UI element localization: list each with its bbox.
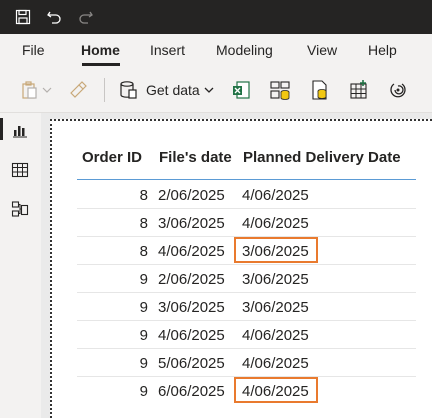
undo-icon[interactable] [44, 7, 64, 27]
highlight-box [234, 237, 318, 263]
save-icon[interactable] [13, 7, 33, 27]
get-data-icon[interactable] [116, 78, 140, 102]
redo-icon[interactable] [76, 7, 96, 27]
cell-planned-date: 4/06/2025 [242, 327, 309, 344]
cell-planned-date: 4/06/2025 [242, 187, 309, 204]
cell-files-date: 6/06/2025 [158, 383, 225, 400]
menu-view[interactable]: View [307, 42, 337, 58]
active-tab-indicator [82, 63, 120, 66]
cell-order-id: 9 [139, 383, 148, 400]
cell-order-id: 8 [139, 215, 148, 232]
report-view-icon[interactable] [10, 120, 30, 140]
cell-planned-date: 4/06/2025 [242, 215, 309, 232]
cell-planned-date: 3/06/2025 [242, 299, 309, 316]
row-divider [77, 292, 416, 293]
paste-icon[interactable] [18, 78, 42, 102]
format-painter-icon[interactable] [66, 78, 90, 102]
data-hub-icon[interactable] [268, 78, 292, 102]
sql-server-icon[interactable] [308, 78, 332, 102]
header-files-date[interactable]: File's date [159, 149, 232, 166]
table-view-icon[interactable] [10, 160, 30, 180]
title-bar [0, 0, 432, 34]
cell-planned-date: 3/06/2025 [242, 271, 309, 288]
cell-files-date: 4/06/2025 [158, 243, 225, 260]
cell-order-id: 9 [139, 271, 148, 288]
cell-files-date: 3/06/2025 [158, 215, 225, 232]
header-order-id[interactable]: Order ID [82, 149, 142, 166]
header-planned-delivery-date[interactable]: Planned Delivery Date [243, 149, 401, 166]
cell-files-date: 4/06/2025 [158, 327, 225, 344]
view-switcher [0, 113, 42, 418]
menu-help[interactable]: Help [368, 42, 397, 58]
chevron-down-icon[interactable] [40, 78, 54, 102]
cell-order-id: 9 [139, 355, 148, 372]
menu-file[interactable]: File [22, 42, 45, 58]
menu-modeling[interactable]: Modeling [216, 42, 273, 58]
get-data-label[interactable]: Get data [146, 82, 200, 98]
cell-order-id: 9 [139, 299, 148, 316]
row-divider [77, 348, 416, 349]
enter-data-icon[interactable] [347, 78, 371, 102]
cell-order-id: 9 [139, 327, 148, 344]
cell-order-id: 8 [139, 187, 148, 204]
cell-files-date: 5/06/2025 [158, 355, 225, 372]
ribbon-separator [104, 78, 105, 102]
chevron-down-icon[interactable] [202, 78, 216, 102]
cell-order-id: 8 [139, 243, 148, 260]
header-rule [77, 179, 416, 180]
row-divider [77, 208, 416, 209]
cell-planned-date: 4/06/2025 [242, 355, 309, 372]
active-view-indicator [0, 118, 3, 140]
menu-home[interactable]: Home [81, 42, 120, 58]
cell-files-date: 2/06/2025 [158, 187, 225, 204]
row-divider [77, 320, 416, 321]
model-view-icon[interactable] [10, 199, 30, 219]
excel-icon[interactable] [229, 78, 253, 102]
menu-insert[interactable]: Insert [150, 42, 185, 58]
cell-files-date: 3/06/2025 [158, 299, 225, 316]
dataverse-icon[interactable] [386, 78, 410, 102]
highlight-box [234, 377, 318, 403]
cell-files-date: 2/06/2025 [158, 271, 225, 288]
row-divider [77, 264, 416, 265]
